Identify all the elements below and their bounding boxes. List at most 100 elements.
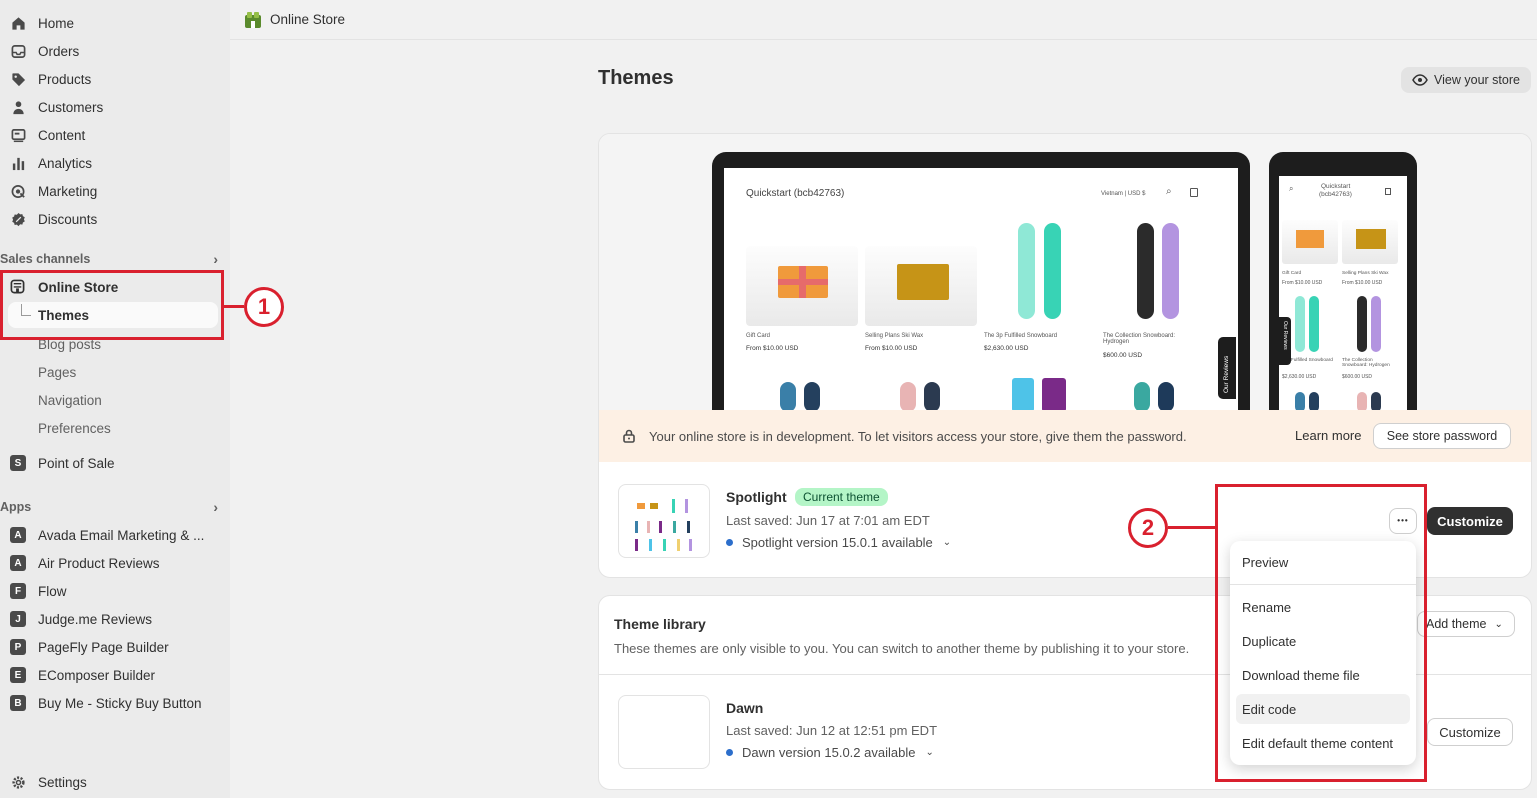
phone-product-image: [1357, 392, 1367, 412]
preview-product-image: [1162, 223, 1179, 319]
chevron-right-icon: ›: [213, 499, 218, 515]
annotation-box-1: [0, 270, 224, 340]
chevron-down-icon: ⌄: [1494, 618, 1503, 630]
air-reviews-app-icon: A: [10, 555, 26, 571]
nav-preferences[interactable]: Preferences: [38, 417, 111, 439]
nav-discounts[interactable]: Discounts: [10, 207, 218, 231]
preview-product-image: [1158, 382, 1174, 412]
nav-pages[interactable]: Pages: [38, 361, 76, 383]
online-store-icon: [245, 11, 261, 28]
apps-header[interactable]: Apps ›: [0, 499, 218, 515]
nav-customers[interactable]: Customers: [10, 95, 218, 119]
app-pagefly[interactable]: P PageFly Page Builder: [10, 635, 218, 659]
phone-product-image: [1295, 296, 1305, 352]
phone-product-price: $2,630.00 USD: [1282, 374, 1317, 380]
eye-icon: [1412, 74, 1428, 86]
phone-product-image: [1309, 392, 1319, 412]
phone-product-image: [1342, 220, 1398, 264]
update-dot-icon: [726, 749, 733, 756]
nav-settings-label: Settings: [38, 774, 87, 790]
reviews-tab-label: Our Reviews: [1223, 355, 1230, 393]
add-theme-button[interactable]: Add theme ⌄: [1417, 611, 1515, 637]
app-avada[interactable]: A Avada Email Marketing & ...: [10, 523, 218, 547]
sales-channels-header[interactable]: Sales channels ›: [0, 251, 218, 267]
desktop-preview: Quickstart (bcb42763) Vietnam | USD $ ⌕ …: [712, 152, 1250, 412]
nav-orders-label: Orders: [38, 43, 80, 59]
app-ecomposer[interactable]: E EComposer Builder: [10, 663, 218, 687]
preview-cart-icon: [1385, 188, 1391, 195]
nav-pos-label: Point of Sale: [38, 455, 115, 471]
spotlight-thumbnail[interactable]: [618, 484, 710, 558]
chevron-down-icon: ⌄: [925, 747, 934, 758]
annotation-box-2: [1215, 484, 1427, 782]
dawn-last-saved: Last saved: Jun 12 at 12:51 pm EDT: [726, 723, 938, 738]
dawn-customize-button[interactable]: Customize: [1427, 718, 1513, 746]
app-avada-label: Avada Email Marketing & ...: [38, 527, 205, 543]
view-store-button[interactable]: View your store: [1401, 67, 1531, 93]
preview-product-image: [900, 382, 916, 412]
preview-product-price: $2,630.00 USD: [984, 345, 1029, 352]
app-judgeme-label: Judge.me Reviews: [38, 611, 153, 627]
nav-settings[interactable]: Settings: [10, 770, 218, 794]
preview-search-icon: ⌕: [1166, 186, 1172, 197]
app-air-reviews-label: Air Product Reviews: [38, 555, 160, 571]
preview-product-image: [746, 246, 858, 326]
app-flow[interactable]: F Flow: [10, 579, 218, 603]
theme-library-description: These themes are only visible to you. Yo…: [614, 641, 1190, 656]
nav-home[interactable]: Home: [10, 11, 218, 35]
preview-cart-icon: [1190, 188, 1198, 197]
nav-analytics[interactable]: Analytics: [10, 151, 218, 175]
app-buy-me[interactable]: B Buy Me - Sticky Buy Button: [10, 691, 218, 715]
update-dot-icon: [726, 539, 733, 546]
preview-product-name: Gift Card: [746, 333, 771, 339]
app-judgeme[interactable]: J Judge.me Reviews: [10, 607, 218, 631]
nav-content[interactable]: Content: [10, 123, 218, 147]
preview-product-image: [1012, 378, 1034, 412]
nav-products[interactable]: Products: [10, 67, 218, 91]
current-theme-version[interactable]: Spotlight version 15.0.1 available ⌄: [726, 535, 951, 550]
buy-me-app-icon: B: [10, 695, 26, 711]
nav-navigation[interactable]: Navigation: [38, 389, 102, 411]
avada-app-icon: A: [10, 527, 26, 543]
phone-product-image: [1309, 296, 1319, 352]
bar-chart-icon: [10, 155, 26, 171]
app-air-reviews[interactable]: A Air Product Reviews: [10, 551, 218, 575]
dawn-thumbnail[interactable]: [618, 695, 710, 769]
nav-marketing[interactable]: Marketing: [10, 179, 218, 203]
customize-button[interactable]: Customize: [1427, 507, 1513, 535]
learn-more-link[interactable]: Learn more: [1295, 428, 1361, 443]
see-store-password-button[interactable]: See store password: [1373, 423, 1511, 449]
phone-product-image: [1357, 296, 1367, 352]
ecomposer-app-icon: E: [10, 667, 26, 683]
flow-app-icon: F: [10, 583, 26, 599]
phone-store-name: (bcb42763): [1319, 191, 1352, 198]
theme-preview[interactable]: Quickstart (bcb42763) Vietnam | USD $ ⌕ …: [599, 134, 1531, 412]
phone-product-image: [1371, 296, 1381, 352]
preview-product-image: [1134, 382, 1150, 412]
phone-product-price: From $10.00 USD: [1342, 280, 1383, 286]
preview-product-name: The 3p Fulfilled Snowboard: [984, 333, 1058, 339]
top-bar: Online Store: [230, 0, 1537, 40]
nav-customers-label: Customers: [38, 99, 104, 115]
mobile-preview: ⌕ Quickstart (bcb42763) Gift Card From $…: [1269, 152, 1417, 412]
nav-content-label: Content: [38, 127, 86, 143]
preview-product-image: [1018, 223, 1035, 319]
nav-orders[interactable]: Orders: [10, 39, 218, 63]
preview-product-name: Selling Plans Ski Wax: [865, 333, 924, 339]
dawn-version[interactable]: Dawn version 15.0.2 available ⌄: [726, 745, 934, 760]
annotation-line-1: [224, 305, 244, 308]
current-theme-version-label: Spotlight version 15.0.1 available: [742, 535, 933, 550]
view-store-label: View your store: [1434, 73, 1520, 87]
preview-product-image: [924, 382, 940, 412]
nav-point-of-sale[interactable]: S Point of Sale: [10, 451, 218, 475]
sales-channels-label: Sales channels: [0, 252, 91, 266]
preview-product-image: [1044, 223, 1061, 319]
chevron-right-icon: ›: [213, 251, 218, 267]
pagefly-app-icon: P: [10, 639, 26, 655]
phone-product-image: [1282, 220, 1338, 264]
add-theme-label: Add theme: [1426, 617, 1487, 631]
preview-product-price: From $10.00 USD: [746, 345, 799, 352]
phone-product-name: Gift Card: [1282, 271, 1302, 276]
annotation-line-2: [1168, 526, 1216, 529]
app-ecomposer-label: EComposer Builder: [38, 667, 156, 683]
